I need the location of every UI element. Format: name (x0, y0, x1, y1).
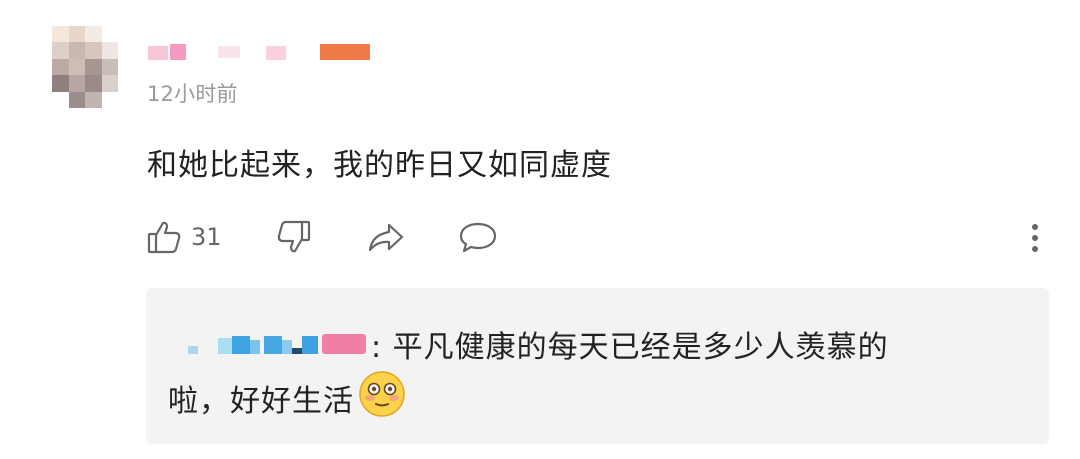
thumbs-down-icon (273, 217, 313, 257)
comment-actions: 31 (145, 214, 1045, 260)
dislike-button[interactable] (273, 214, 313, 260)
thumbs-up-icon (145, 217, 185, 257)
like-count: 31 (191, 223, 222, 251)
more-options-button[interactable] (1025, 218, 1045, 258)
reply-preview[interactable]: : 平凡健康的每天已经是多少人羡慕的 啦，好好生活 (146, 288, 1049, 444)
share-arrow-icon (365, 217, 407, 257)
reply-text-line1: : 平凡健康的每天已经是多少人羡慕的 (371, 322, 889, 366)
blushing-face-emoji (358, 370, 406, 426)
comment-timestamp: 12小时前 (147, 82, 238, 106)
username-censored[interactable] (148, 44, 388, 60)
comment-bubble-icon (456, 217, 500, 257)
reply-text: 平凡健康的每天已经是多少人羡慕的 (392, 330, 889, 365)
comment-text: 和她比起来，我的昨日又如同虚度 (147, 148, 612, 183)
reply-text-cont: 啦，好好生活 (168, 384, 354, 419)
reply-separator: : (371, 330, 393, 365)
reply-first-line: : 平凡健康的每天已经是多少人羡慕的 (182, 322, 1042, 365)
like-button[interactable]: 31 (145, 214, 222, 260)
reply-button[interactable] (456, 214, 500, 260)
share-button[interactable] (365, 214, 407, 260)
reply-text-line2: 啦，好好生活 (168, 370, 406, 426)
avatar[interactable] (52, 26, 118, 108)
reply-username-censored[interactable] (182, 334, 367, 358)
comment-screen: 12小时前 和她比起来，我的昨日又如同虚度 31: 平凡健康的每天已经是多少人… (0, 0, 1080, 459)
